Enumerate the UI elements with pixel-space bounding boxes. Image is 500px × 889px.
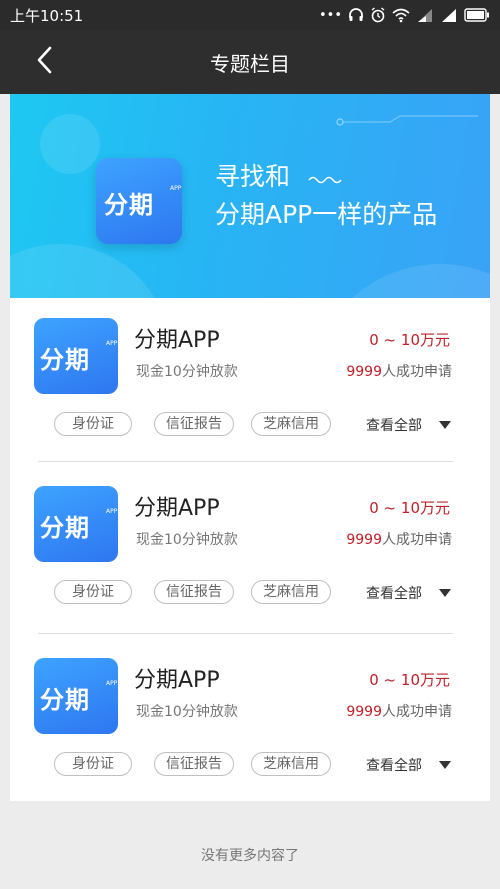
apply-count: 9999人成功申请 (346, 701, 452, 721)
banner-decoration (10, 244, 170, 298)
apply-count-suffix: 人成功申请 (382, 532, 452, 548)
logo-sub: APP (106, 680, 118, 687)
apply-count-number: 9999 (346, 704, 382, 720)
apply-count-suffix: 人成功申请 (382, 364, 452, 380)
product-name: 分期APP (134, 668, 220, 693)
logo-sub: APP (106, 508, 118, 515)
app-logo: 分期 APP (34, 486, 118, 562)
apply-count: 9999人成功申请 (346, 529, 452, 549)
promo-banner[interactable]: 分期 APP 寻找和 分期APP一样的产品 (10, 94, 490, 298)
apply-count-number: 9999 (346, 532, 382, 548)
logo-text: 分期 (104, 191, 154, 219)
loan-range: 0 ~ 10万元 (369, 671, 450, 689)
product-desc: 现金10分钟放款 (136, 704, 238, 720)
chevron-down-icon[interactable] (439, 761, 451, 769)
logo-sub: APP (106, 340, 118, 347)
apply-count: 9999人成功申请 (346, 361, 452, 381)
chevron-down-icon[interactable] (439, 589, 451, 597)
logo-text: 分期 (40, 686, 90, 714)
headphones-icon (349, 8, 363, 21)
tag-credit-report: 信征报告 (154, 412, 234, 436)
view-all-button[interactable]: 查看全部 (366, 583, 422, 603)
product-desc: 现金10分钟放款 (136, 364, 238, 380)
divider (38, 633, 453, 634)
tag-sesame-credit: 芝麻信用 (251, 412, 331, 436)
product-name: 分期APP (134, 496, 220, 521)
banner-headline: 寻找和 分期APP一样的产品 (215, 158, 437, 234)
page-title: 专题栏目 (210, 52, 290, 76)
app-logo: 分期 APP (34, 318, 118, 394)
battery-icon (464, 8, 489, 22)
logo-text: 分期 (40, 514, 90, 542)
banner-line1: 寻找和 (215, 162, 291, 191)
status-icons: ••• (319, 5, 490, 25)
wifi-icon (392, 8, 410, 23)
banner-decoration (40, 114, 100, 174)
apply-count-suffix: 人成功申请 (382, 704, 452, 720)
product-card[interactable]: 分期 APP 分期APP 0 ~ 10万元 现金10分钟放款 9999人成功申请… (10, 638, 490, 808)
view-all-button[interactable]: 查看全部 (366, 415, 422, 435)
loan-range: 0 ~ 10万元 (369, 499, 450, 517)
dots-icon: ••• (318, 7, 342, 23)
banner-decoration (336, 115, 478, 126)
banner-decoration (310, 264, 490, 298)
logo-text: 分期 (40, 346, 90, 374)
view-all-button[interactable]: 查看全部 (366, 755, 422, 775)
logo-sub: APP (170, 185, 182, 192)
product-card[interactable]: 分期 APP 分期APP 0 ~ 10万元 现金10分钟放款 9999人成功申请… (10, 466, 490, 636)
divider (38, 461, 453, 462)
signal-icon (442, 9, 456, 22)
tag-credit-report: 信征报告 (154, 580, 234, 604)
end-of-list-text: 没有更多内容了 (201, 848, 299, 864)
tag-id-card: 身份证 (54, 412, 132, 436)
product-name: 分期APP (134, 328, 220, 353)
app-logo: 分期 APP (34, 658, 118, 734)
product-list: 分期 APP 分期APP 0 ~ 10万元 现金10分钟放款 9999人成功申请… (10, 298, 490, 801)
tag-sesame-credit: 芝麻信用 (251, 580, 331, 604)
chevron-down-icon[interactable] (439, 421, 451, 429)
banner-line2: 分期APP一样的产品 (215, 200, 438, 229)
status-time: 上午10:51 (10, 7, 84, 25)
tag-sesame-credit: 芝麻信用 (251, 752, 331, 776)
product-card[interactable]: 分期 APP 分期APP 0 ~ 10万元 现金10分钟放款 9999人成功申请… (10, 298, 490, 468)
tag-id-card: 身份证 (54, 752, 132, 776)
signal-icon (418, 9, 432, 22)
status-bar: 上午10:51 ••• (0, 0, 500, 30)
apply-count-number: 9999 (346, 364, 382, 380)
tag-credit-report: 信征报告 (154, 752, 234, 776)
product-desc: 现金10分钟放款 (136, 532, 238, 548)
loan-range: 0 ~ 10万元 (369, 331, 450, 349)
alarm-icon (371, 7, 385, 23)
app-logo: 分期 APP (96, 158, 182, 244)
nav-bar: 专题栏目 (0, 30, 500, 94)
tag-id-card: 身份证 (54, 580, 132, 604)
